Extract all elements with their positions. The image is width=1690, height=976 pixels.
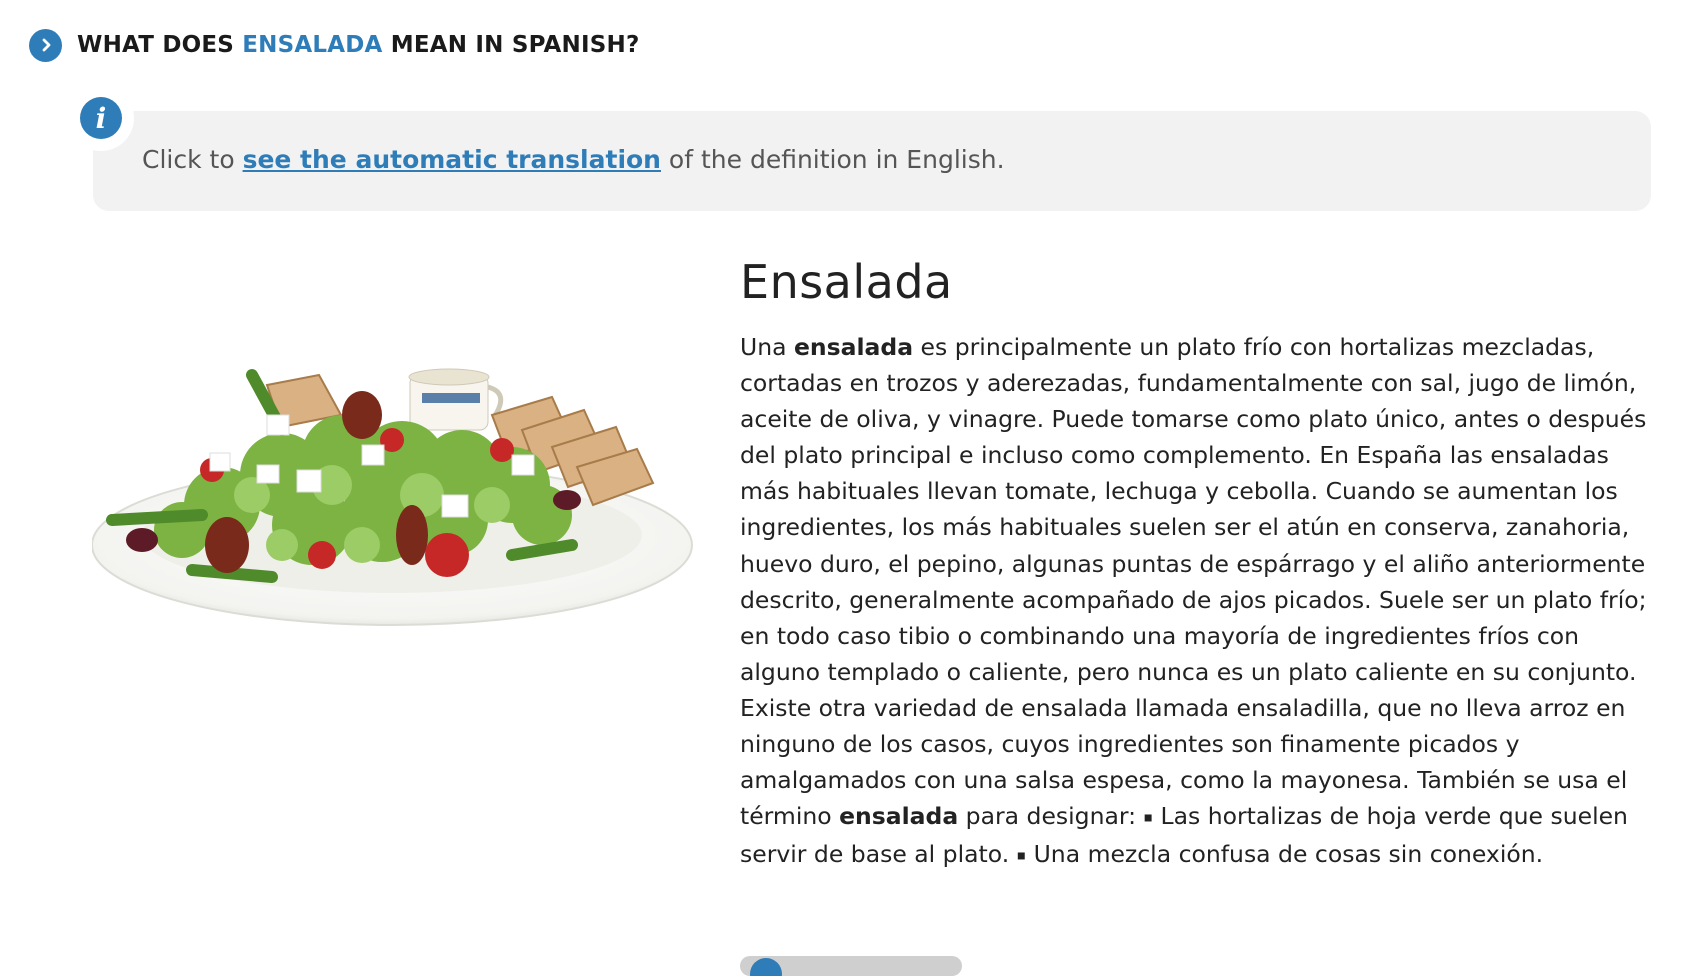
- salad-plate-image: [92, 368, 693, 626]
- section-heading: WHAT DOES ENSALADA MEAN IN SPANISH?: [29, 27, 640, 63]
- highlighted-word: ENSALADA: [242, 32, 383, 58]
- more-button[interactable]: [740, 956, 962, 976]
- definition-text: Una ensalada es principalmente un plato …: [740, 333, 1647, 868]
- bullet-icon: ▪: [1143, 809, 1154, 826]
- translation-notice-text: Click to see the automatic translation o…: [142, 145, 1005, 174]
- bullet-icon: ▪: [1016, 847, 1027, 864]
- button-icon: [750, 958, 782, 976]
- definition-title: Ensalada: [740, 255, 953, 309]
- info-icon-wrap: i: [68, 85, 134, 151]
- chevron-right-icon[interactable]: [29, 28, 62, 62]
- info-icon: i: [80, 97, 122, 139]
- automatic-translation-link[interactable]: see the automatic translation: [243, 145, 661, 174]
- page-title: WHAT DOES ENSALADA MEAN IN SPANISH?: [77, 32, 640, 58]
